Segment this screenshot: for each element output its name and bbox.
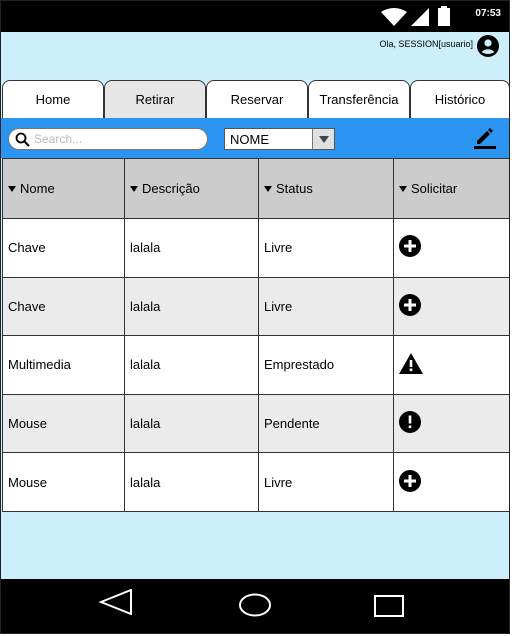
- column-header-label: Status: [276, 181, 313, 196]
- tab-historico[interactable]: Histórico: [410, 80, 509, 118]
- table-row: Mouse lalala Pendente: [2, 393, 509, 454]
- sort-down-icon: [399, 185, 407, 192]
- cell-solicitar: [393, 276, 509, 337]
- status-bar: 07:53: [1, 1, 509, 32]
- tab-label: Transferência: [319, 92, 399, 107]
- recents-icon[interactable]: [373, 594, 405, 618]
- cell-status: Emprestado: [258, 335, 394, 395]
- cell-descricao: lalala: [124, 335, 259, 395]
- home-icon[interactable]: [238, 593, 272, 617]
- clock: 07:53: [475, 8, 501, 19]
- column-header-label: Nome: [20, 181, 55, 196]
- back-icon[interactable]: [99, 589, 133, 615]
- cell-status: Livre: [258, 218, 394, 278]
- phone-screen: 07:53 Ola, SESSION[usuario] Home Retirar…: [0, 0, 510, 634]
- signal-icon: [411, 8, 429, 26]
- tab-label: Reservar: [230, 92, 284, 107]
- filter-select[interactable]: NOME: [224, 128, 335, 150]
- column-header-solicitar[interactable]: Solicitar: [393, 158, 509, 219]
- tab-label: Home: [35, 92, 71, 107]
- toolbar: NOME: [1, 118, 509, 158]
- add-circle-icon[interactable]: [399, 469, 421, 492]
- tab-bar: Home Retirar Reservar Transferência Hist…: [2, 80, 509, 118]
- column-header-nome[interactable]: Nome: [2, 158, 125, 219]
- cell-descricao: lalala: [124, 393, 259, 454]
- cell-nome: Chave: [2, 276, 125, 337]
- sort-down-icon: [130, 185, 138, 192]
- column-header-label: Solicitar: [411, 181, 458, 196]
- tab-reservar[interactable]: Reservar: [206, 80, 308, 118]
- alert-circle-icon[interactable]: [399, 411, 421, 434]
- cell-descricao: lalala: [124, 276, 259, 337]
- cell-solicitar: [393, 452, 509, 512]
- add-circle-icon[interactable]: [399, 293, 421, 316]
- table-row: Mouse lalala Livre: [2, 452, 509, 512]
- warning-icon[interactable]: [399, 352, 423, 374]
- column-header-status[interactable]: Status: [258, 158, 394, 219]
- cell-nome: Chave: [2, 218, 125, 278]
- sort-down-icon: [264, 185, 272, 192]
- cell-descricao: lalala: [124, 452, 259, 512]
- column-header-label: Descrição: [142, 181, 200, 196]
- cell-nome: Mouse: [2, 452, 125, 512]
- battery-icon: [438, 6, 450, 26]
- filter-select-value: NOME: [230, 131, 269, 147]
- items-table: Nome Descrição Status Solicitar Chave la…: [2, 158, 509, 512]
- cell-solicitar: [393, 393, 509, 454]
- tab-label: Retirar: [135, 92, 175, 107]
- edit-icon[interactable]: [473, 125, 497, 149]
- tab-retirar[interactable]: Retirar: [104, 80, 206, 118]
- cell-status: Livre: [258, 452, 394, 512]
- search-icon: [15, 132, 30, 147]
- table-row: Chave lalala Livre: [2, 276, 509, 337]
- search-input[interactable]: [34, 132, 194, 146]
- table-row: Multimedia lalala Emprestado: [2, 335, 509, 395]
- greeting-text: Ola, SESSION[usuario]: [379, 39, 473, 49]
- sort-down-icon: [8, 185, 16, 192]
- cell-nome: Mouse: [2, 393, 125, 454]
- cell-descricao: lalala: [124, 218, 259, 278]
- cell-nome: Multimedia: [2, 335, 125, 395]
- table-row: Chave lalala Livre: [2, 218, 509, 278]
- wifi-icon: [381, 8, 407, 26]
- add-circle-icon[interactable]: [399, 235, 421, 258]
- cell-status: Pendente: [258, 393, 394, 454]
- tab-label: Histórico: [434, 92, 486, 107]
- navigation-bar: [1, 579, 509, 633]
- account-circle-icon[interactable]: [477, 35, 499, 57]
- cell-solicitar: [393, 218, 509, 278]
- cell-status: Livre: [258, 276, 394, 337]
- column-header-descricao[interactable]: Descrição: [124, 158, 259, 219]
- search-box: [8, 128, 208, 150]
- table-header-row: Nome Descrição Status Solicitar: [2, 158, 509, 219]
- tab-home[interactable]: Home: [2, 80, 104, 118]
- chevron-down-icon[interactable]: [312, 129, 334, 149]
- cell-solicitar: [393, 335, 509, 395]
- tab-transferencia[interactable]: Transferência: [308, 80, 410, 118]
